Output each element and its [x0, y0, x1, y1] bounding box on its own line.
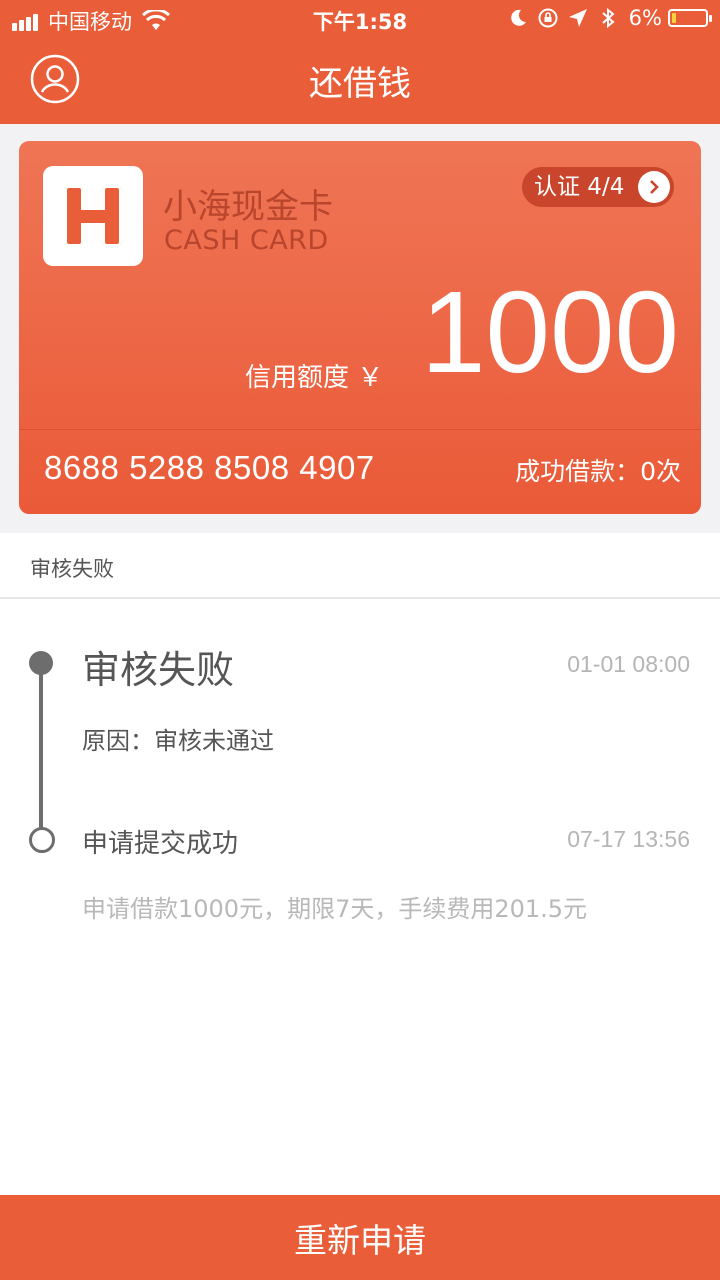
battery-percent: 6%: [628, 6, 662, 30]
logo-h-icon: [67, 188, 119, 244]
section-header: 审核失败: [0, 533, 720, 599]
card-logo: [43, 166, 143, 266]
bluetooth-icon: [602, 7, 615, 29]
status-bar: 中国移动 下午1:58 6%: [0, 0, 720, 40]
card-subtitle: CASH CARD: [164, 225, 329, 256]
status-right: 6%: [499, 6, 712, 30]
certification-badge[interactable]: 认证 4/4: [522, 167, 674, 207]
timeline-item-title: 审核失败: [82, 648, 235, 692]
chevron-right-icon: [638, 171, 670, 203]
timeline-dot-active: [29, 651, 53, 675]
success-loan-count: 成功借款：0次: [515, 457, 681, 486]
timeline-line: [39, 663, 43, 838]
page-title: 还借钱: [309, 64, 411, 104]
timeline-item-desc: 原因：审核未通过: [82, 727, 274, 755]
location-icon: [568, 9, 587, 27]
timeline-dot: [29, 827, 55, 853]
card-divider: [19, 429, 701, 430]
battery-icon: [668, 9, 712, 27]
card-number: 8688 5288 8508 4907: [44, 449, 375, 486]
credit-amount: 1000: [420, 267, 679, 397]
card-name: 小海现金卡: [163, 187, 333, 227]
moon-icon: [510, 9, 526, 26]
timeline-item-time: 01-01 08:00: [567, 651, 690, 677]
rotation-lock-icon: [538, 8, 558, 28]
reapply-button[interactable]: 重新申请: [0, 1195, 720, 1280]
header: 中国移动 下午1:58 6% 还借钱: [0, 0, 720, 124]
certification-label: 认证 4/4: [534, 174, 625, 200]
cash-card: 小海现金卡 CASH CARD 认证 4/4 信用额度 ￥ 1000 8688 …: [19, 141, 701, 514]
timeline-item-title: 申请提交成功: [82, 829, 239, 859]
section-title: 审核失败: [30, 557, 114, 581]
timeline-item-desc: 申请借款1000元，期限7天，手续费用201.5元: [82, 895, 588, 923]
timeline: 审核失败 01-01 08:00 原因：审核未通过 申请提交成功 07-17 1…: [0, 599, 720, 1195]
timeline-item-time: 07-17 13:56: [567, 826, 690, 852]
credit-label: 信用额度 ￥: [245, 363, 384, 393]
